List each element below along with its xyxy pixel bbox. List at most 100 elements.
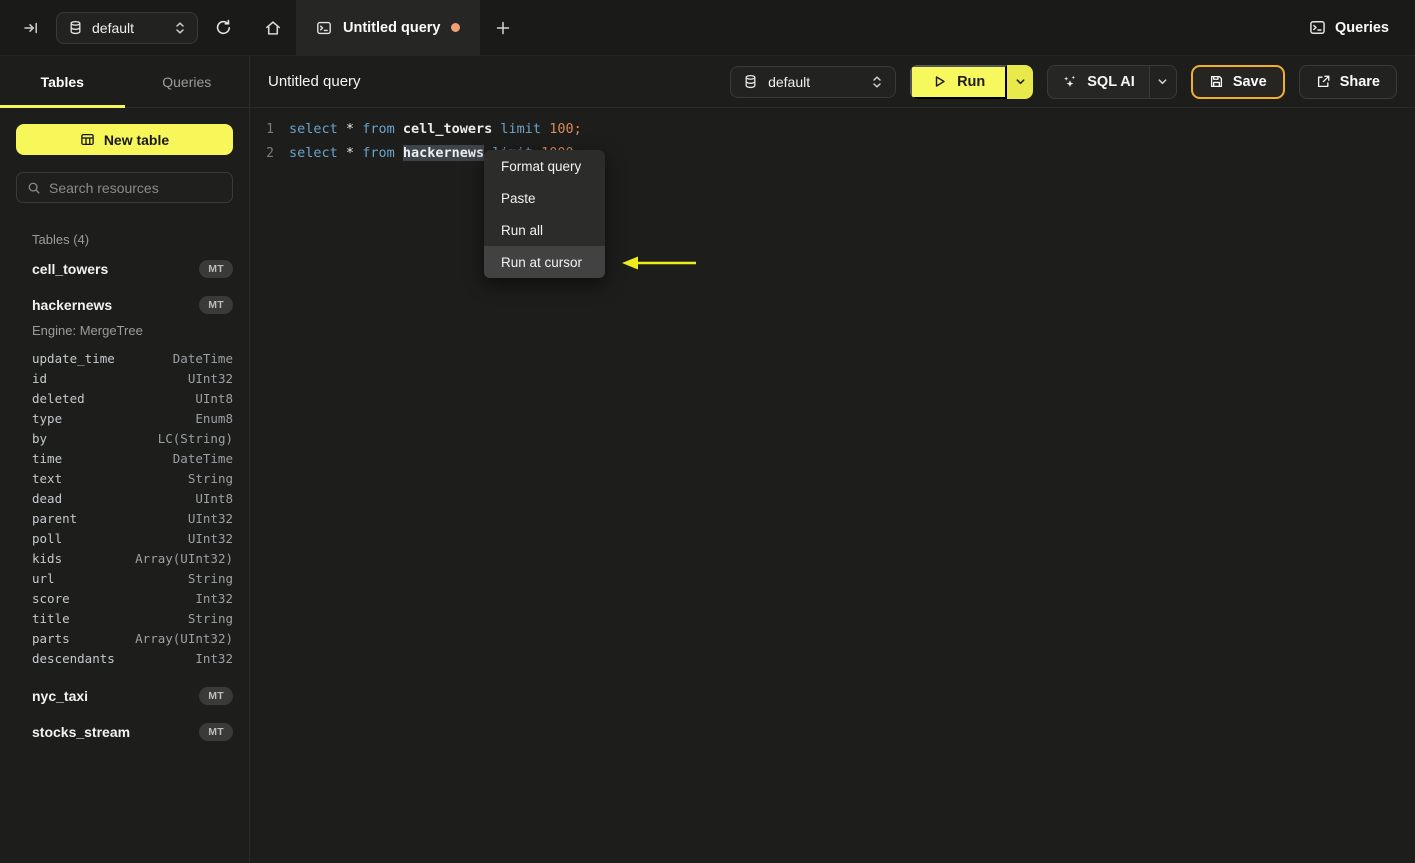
database-icon xyxy=(68,20,83,35)
column-row: parts Array(UInt32) xyxy=(32,628,233,648)
table-name: hackernews xyxy=(32,297,113,313)
home-button[interactable] xyxy=(250,0,296,55)
editor-context-menu: Format query Paste Run all Run at cursor xyxy=(484,150,605,278)
column-type: Enum8 xyxy=(195,410,233,426)
new-tab-button[interactable] xyxy=(480,0,526,55)
database-icon xyxy=(743,74,758,89)
column-name: kids xyxy=(32,550,63,566)
column-row: id UInt32 xyxy=(32,368,233,388)
sidebar-tab-tables[interactable]: Tables xyxy=(0,56,125,108)
column-type: UInt8 xyxy=(195,390,233,406)
query-title: Untitled query xyxy=(268,73,361,90)
tab-untitled-query[interactable]: Untitled query xyxy=(296,0,481,55)
unsaved-dot xyxy=(451,23,461,32)
queries-button[interactable]: Queries xyxy=(1309,19,1389,36)
column-type: LC(String) xyxy=(157,430,233,446)
column-name: text xyxy=(32,470,63,486)
share-icon xyxy=(1316,74,1331,89)
run-options-button[interactable] xyxy=(1007,64,1034,99)
table-name: nyc_taxi xyxy=(32,688,89,704)
column-type: DateTime xyxy=(172,350,233,366)
menu-item-paste[interactable]: Paste xyxy=(484,182,605,214)
table-engine-label: Engine: MergeTree xyxy=(32,323,143,338)
sql-editor[interactable]: 1 select * from cell_towers limit 100; 2 se… xyxy=(250,108,1415,862)
tables-section-label: Tables (4) xyxy=(32,232,90,247)
column-name: parent xyxy=(32,510,78,526)
new-table-button[interactable]: New table xyxy=(16,124,233,155)
sql-ai-options-button[interactable] xyxy=(1148,65,1176,98)
column-type: DateTime xyxy=(172,450,233,466)
table-name: cell_towers xyxy=(32,261,109,277)
column-row: score Int32 xyxy=(32,588,233,608)
column-name: dead xyxy=(32,490,63,506)
column-row: kids Array(UInt32) xyxy=(32,548,233,568)
sql-ai-button[interactable]: SQL AI xyxy=(1048,66,1149,98)
column-name: title xyxy=(32,610,70,626)
plus-icon xyxy=(495,20,511,36)
code-token: from xyxy=(362,145,395,161)
refresh-button[interactable] xyxy=(210,15,236,41)
menu-item-format-query[interactable]: Format query xyxy=(484,150,605,182)
column-row: deleted UInt8 xyxy=(32,388,233,408)
table-name: stocks_stream xyxy=(32,724,131,740)
table-row-hackernews[interactable]: hackernews MT xyxy=(16,287,233,323)
topbar-database-selector[interactable]: default xyxy=(56,11,198,44)
sidebar-tab-bar: Tables Queries xyxy=(0,56,250,108)
column-name: by xyxy=(32,430,48,446)
table-row-nyc_taxi[interactable]: nyc_taxi MT xyxy=(16,678,233,714)
queries-icon xyxy=(1309,19,1326,36)
table-row-cell_towers[interactable]: cell_towers MT xyxy=(16,251,233,287)
toolbar-database-selector[interactable]: default xyxy=(730,65,897,98)
column-type: Int32 xyxy=(195,650,233,666)
table-row-stocks_stream[interactable]: stocks_stream MT xyxy=(16,714,233,750)
column-type: UInt32 xyxy=(187,510,233,526)
column-name: type xyxy=(32,410,63,426)
column-type: UInt32 xyxy=(187,370,233,386)
column-type: Array(UInt32) xyxy=(135,630,233,646)
collapse-sidebar-button[interactable] xyxy=(18,15,44,41)
column-row: text String xyxy=(32,468,233,488)
column-type: Array(UInt32) xyxy=(135,550,233,566)
save-button[interactable]: Save xyxy=(1190,64,1285,99)
column-row: poll UInt32 xyxy=(32,528,233,548)
engine-badge: MT xyxy=(199,296,233,314)
run-button-label: Run xyxy=(957,73,986,90)
column-row: type Enum8 xyxy=(32,408,233,428)
column-name: update_time xyxy=(32,350,115,366)
column-type: String xyxy=(187,470,233,486)
column-row: parent UInt32 xyxy=(32,508,233,528)
tab-label: Untitled query xyxy=(343,19,441,36)
chevron-down-icon xyxy=(1157,76,1168,87)
new-table-label: New table xyxy=(103,131,170,148)
sidebar-tab-queries[interactable]: Queries xyxy=(125,56,250,107)
second-bar: Tables Queries Untitled query default Ru… xyxy=(0,56,1415,108)
toolbar-database-value: default xyxy=(768,73,811,90)
column-row: time DateTime xyxy=(32,448,233,468)
content-area: New table Tables (4) cell_towersMThacker… xyxy=(0,108,1415,862)
table-columns: update_time DateTime id UInt32 deleted UInt8 t… xyxy=(16,346,233,678)
run-button-group: Run xyxy=(910,64,1034,99)
refresh-icon xyxy=(215,19,232,36)
code-line: 2select * from hackernews limit 1000 xyxy=(250,141,1415,165)
code-token: hackernews xyxy=(402,145,485,161)
save-button-label: Save xyxy=(1232,73,1267,90)
topbar-left: default xyxy=(0,0,250,55)
menu-item-run-at-cursor[interactable]: Run at cursor xyxy=(484,246,605,278)
column-row: url String xyxy=(32,568,233,588)
engine-badge: MT xyxy=(199,260,233,278)
search-box xyxy=(16,172,233,203)
run-button[interactable]: Run xyxy=(910,64,1008,99)
topbar: default Untitled query Queries xyxy=(0,0,1415,56)
code-token: cell_towers xyxy=(402,121,493,137)
search-input[interactable] xyxy=(49,179,230,196)
sql-ai-button-group: SQL AI xyxy=(1047,64,1177,99)
line-number: 2 xyxy=(266,145,274,161)
share-button[interactable]: Share xyxy=(1298,64,1397,99)
toolbar-controls: default Run SQL AI Save Share xyxy=(730,64,1397,99)
collapse-sidebar-icon xyxy=(23,20,39,36)
code-token: * xyxy=(345,121,355,137)
menu-item-run-all[interactable]: Run all xyxy=(484,214,605,246)
